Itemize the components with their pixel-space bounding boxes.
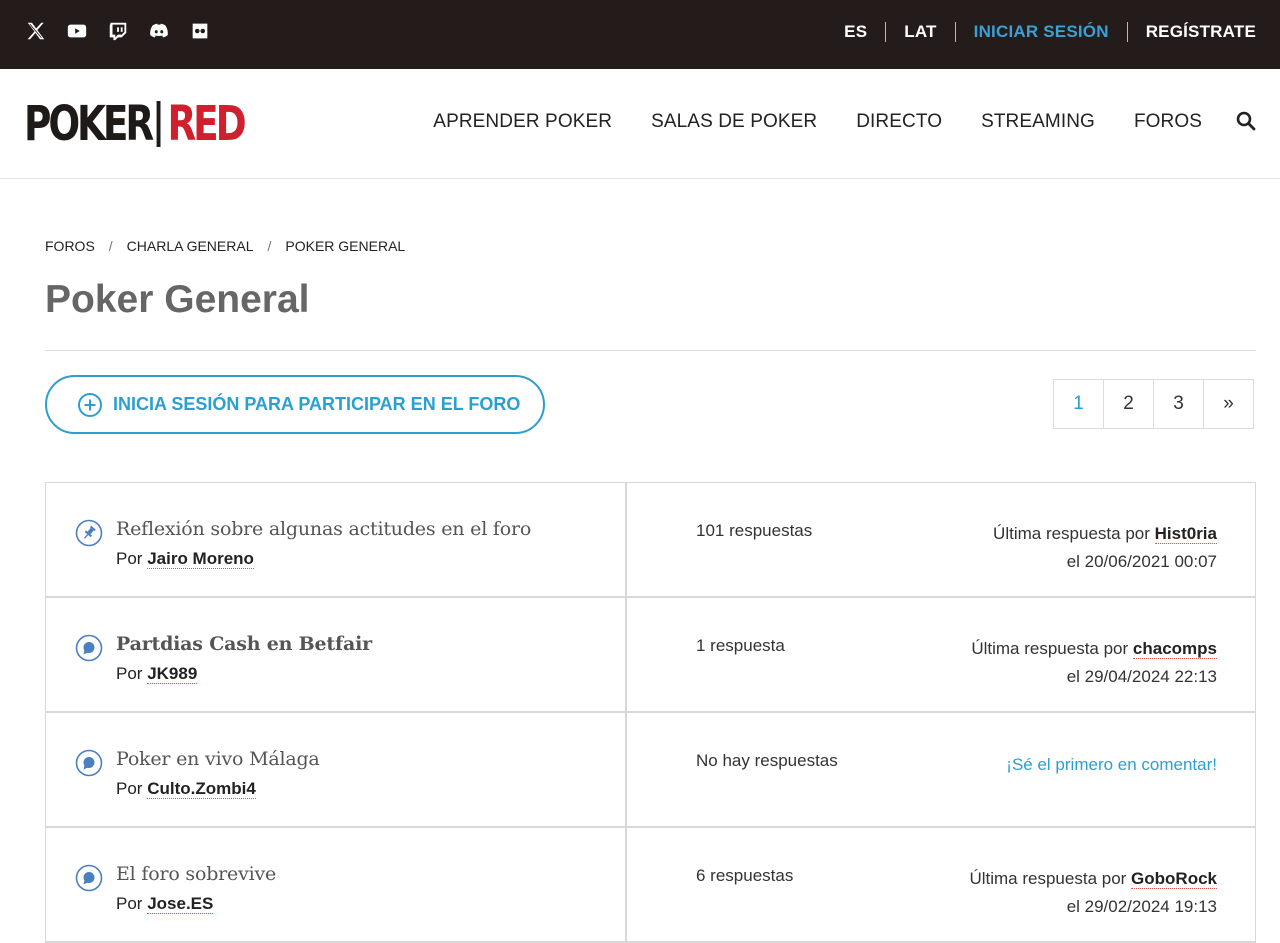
next-page-button[interactable]: » [1203,379,1254,429]
thread-title[interactable]: Reflexión sobre algunas actitudes en el … [116,518,531,540]
breadcrumb-poker-general: POKER GENERAL [285,238,406,254]
nav-foros[interactable]: FOROS [1134,111,1202,133]
logo-red-text: RED [167,96,246,152]
reply-count: 1 respuesta [696,636,785,655]
lang-lat-link[interactable]: LAT [904,22,936,42]
thread-author[interactable]: Jairo Moreno [147,549,254,569]
last-reply-date: el 29/02/2024 19:13 [1066,897,1217,916]
last-reply-info: Última respuesta por GoboRock el 29/02/2… [969,865,1217,921]
register-link[interactable]: REGÍSTRATE [1146,22,1256,42]
last-reply-info: Última respuesta por chacomps el 29/04/2… [971,635,1217,691]
thread-title[interactable]: El foro sobrevive [116,863,276,885]
pokerred-logo[interactable]: POKER RED [24,96,247,152]
site-header: POKER RED APRENDER POKER SALAS DE POKER D… [0,69,1280,179]
thread-row: Reflexión sobre algunas actitudes en el … [45,483,1256,598]
account-links: ES LAT INICIAR SESIÓN REGÍSTRATE [844,20,1256,44]
last-reply-user[interactable]: GoboRock [1131,869,1217,889]
discord-icon[interactable] [147,19,171,43]
join-forum-label: INICIA SESIÓN PARA PARTICIPAR EN EL FORO [113,394,521,414]
last-reply-user[interactable]: chacomps [1132,639,1217,659]
search-icon[interactable] [1234,109,1258,133]
thread-row: El foro sobrevive Por Jose.ES 6 respuest… [45,828,1256,943]
breadcrumb-foros[interactable]: FOROS [45,238,95,254]
nav-aprender-poker[interactable]: APRENDER POKER [433,111,612,133]
thread-row: Poker en vivo Málaga Por Culto.Zombi4 No… [45,713,1256,828]
lang-es-link[interactable]: ES [844,22,867,42]
chat-icon [75,749,103,777]
by-prefix: Por [116,664,143,683]
thread-author[interactable]: Culto.Zombi4 [147,779,256,799]
pin-icon [75,519,103,547]
last-reply-info: Última respuesta por Hist0ria el 20/06/2… [993,520,1217,576]
plus-circle-icon [78,392,102,417]
thread-author[interactable]: Jose.ES [147,894,214,914]
title-divider [45,350,1256,351]
column-divider [625,828,627,941]
top-bar: ES LAT INICIAR SESIÓN REGÍSTRATE [0,0,1280,69]
page-1-button[interactable]: 1 [1053,379,1104,429]
thread-title[interactable]: Poker en vivo Málaga [116,748,320,770]
nav-streaming[interactable]: STREAMING [981,111,1095,133]
thread-title[interactable]: Partdias Cash en Betfair [116,633,372,655]
thread-author-line: Por Jose.ES [116,894,214,914]
join-forum-button[interactable]: INICIA SESIÓN PARA PARTICIPAR EN EL FORO [45,375,545,434]
by-prefix: Por [116,894,143,913]
thread-author-line: Por Jairo Moreno [116,549,254,569]
main-nav: APRENDER POKER SALAS DE POKER DIRECTO ST… [433,111,1202,133]
twitch-icon[interactable] [106,19,130,43]
chat-icon [75,864,103,892]
last-reply-date: el 29/04/2024 22:13 [1066,667,1217,686]
last-reply-prefix: Última respuesta por [993,524,1150,543]
page-3-button[interactable]: 3 [1153,379,1204,429]
page-2-button[interactable]: 2 [1103,379,1154,429]
thread-author-line: Por JK989 [116,664,198,684]
thread-author-line: Por Culto.Zombi4 [116,779,256,799]
reply-count: 101 respuestas [696,521,813,540]
last-reply-prefix: Última respuesta por [969,869,1127,888]
breadcrumb-charla-general[interactable]: CHARLA GENERAL [127,238,254,254]
login-link[interactable]: INICIAR SESIÓN [974,22,1109,42]
youtube-icon[interactable] [65,19,89,43]
last-reply-user[interactable]: Hist0ria [1154,524,1217,544]
logo-poker-text: POKER [24,96,154,152]
chat-icon [75,634,103,662]
last-reply-prefix: Última respuesta por [971,639,1129,658]
reply-count: 6 respuestas [696,866,794,885]
social-links [24,19,212,43]
page-title: Poker General [45,278,310,321]
divider [954,22,956,42]
column-divider [625,483,627,596]
by-prefix: Por [116,549,143,568]
x-icon[interactable] [24,19,48,43]
column-divider [625,713,627,826]
breadcrumb: FOROS / CHARLA GENERAL / POKER GENERAL [45,238,405,254]
thread-row: Partdias Cash en Betfair Por JK989 1 res… [45,598,1256,713]
nav-directo[interactable]: DIRECTO [856,111,942,133]
divider [1126,22,1128,42]
pagination: 1 2 3 » [1053,379,1254,429]
by-prefix: Por [116,779,143,798]
nav-salas-de-poker[interactable]: SALAS DE POKER [651,111,817,133]
last-reply-info: ¡Sé el primero en comentar! [1006,751,1217,779]
last-reply-date: el 20/06/2021 00:07 [1066,552,1217,571]
reply-count: No hay respuestas [696,751,838,770]
logo-bar [156,101,161,147]
first-comment-link[interactable]: ¡Sé el primero en comentar! [1006,755,1217,774]
flickr-icon[interactable] [188,19,212,43]
breadcrumb-separator: / [108,238,113,254]
thread-author[interactable]: JK989 [147,664,198,684]
thread-list: Reflexión sobre algunas actitudes en el … [45,482,1256,943]
column-divider [625,598,627,711]
divider [885,22,887,42]
breadcrumb-separator: / [267,238,272,254]
